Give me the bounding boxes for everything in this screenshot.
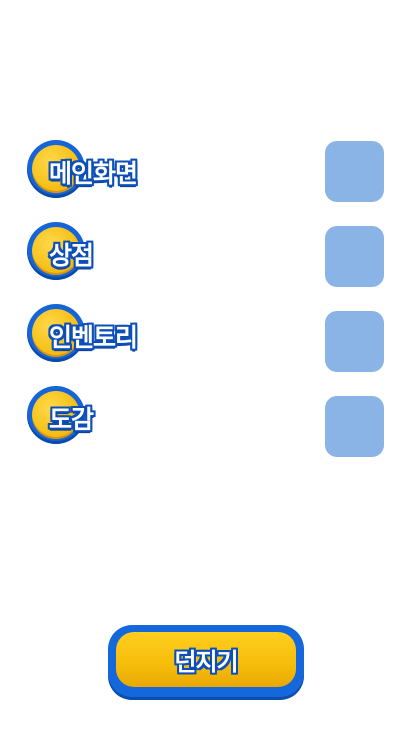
menu-item-label: 인벤토리 [49,323,138,352]
throw-button-label: 던지기 [174,648,238,676]
menu-item-label: 상점 [49,241,94,270]
menu-item-shop[interactable]: 상점 [27,222,94,284]
item-slot-shop[interactable] [325,226,384,287]
menu-item-main-screen[interactable]: 메인화면 [27,140,138,202]
menu-item-label: 도감 [49,405,94,434]
menu-item-inventory[interactable]: 인벤토리 [27,304,138,366]
menu-item-label: 메인화면 [49,159,138,188]
throw-button[interactable]: 던지기 [108,625,304,697]
menu-item-encyclopedia[interactable]: 도감 [27,386,94,448]
item-slot-inventory[interactable] [325,311,384,372]
throw-button-face: 던지기 [116,632,296,687]
item-slot-encyclopedia[interactable] [325,396,384,457]
item-slot-main-screen[interactable] [325,141,384,202]
